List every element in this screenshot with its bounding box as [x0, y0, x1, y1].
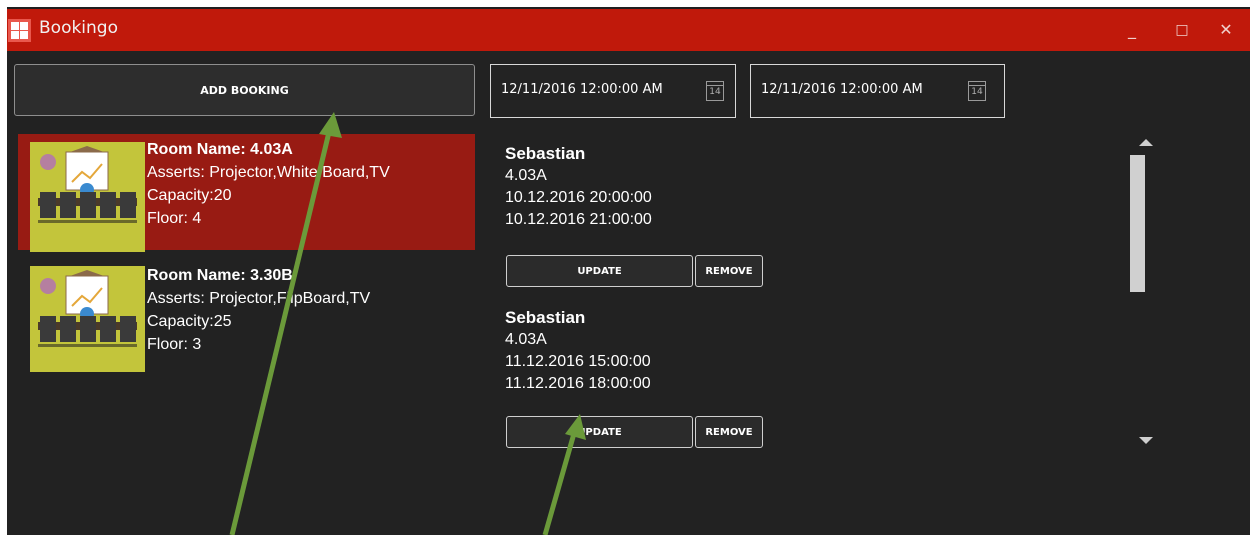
- annotation-arrow-update: [542, 414, 586, 535]
- annotation-arrow-add-booking: [229, 112, 342, 535]
- annotation-arrows: [229, 112, 586, 535]
